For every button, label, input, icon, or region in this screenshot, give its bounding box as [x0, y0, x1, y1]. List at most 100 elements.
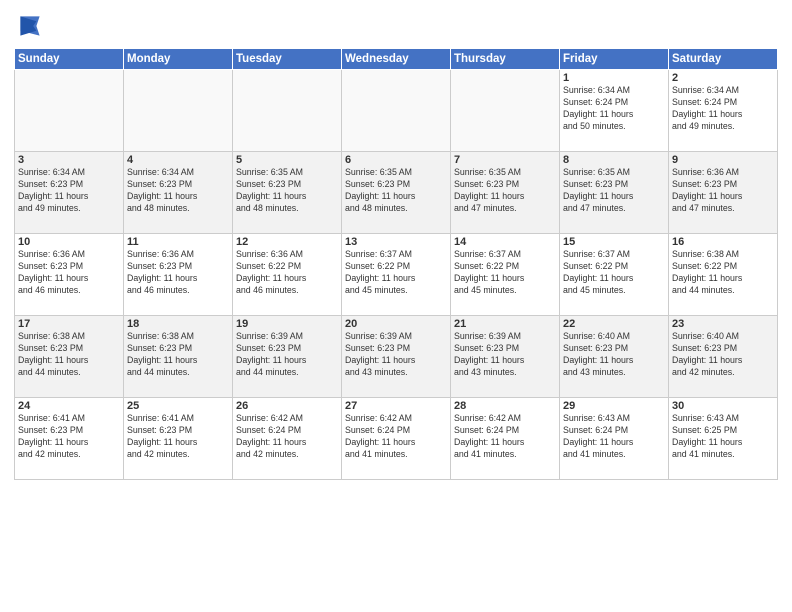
day-info: Sunrise: 6:41 AM Sunset: 6:23 PM Dayligh…	[18, 413, 120, 461]
calendar-cell: 5Sunrise: 6:35 AM Sunset: 6:23 PM Daylig…	[233, 152, 342, 234]
calendar-week-row: 3Sunrise: 6:34 AM Sunset: 6:23 PM Daylig…	[15, 152, 778, 234]
calendar-cell: 29Sunrise: 6:43 AM Sunset: 6:24 PM Dayli…	[560, 398, 669, 480]
logo-icon	[14, 10, 46, 42]
calendar-week-row: 17Sunrise: 6:38 AM Sunset: 6:23 PM Dayli…	[15, 316, 778, 398]
day-number: 1	[563, 72, 665, 84]
day-of-week-header: Thursday	[451, 49, 560, 70]
day-number: 23	[672, 318, 774, 330]
calendar-cell: 28Sunrise: 6:42 AM Sunset: 6:24 PM Dayli…	[451, 398, 560, 480]
day-info: Sunrise: 6:43 AM Sunset: 6:24 PM Dayligh…	[563, 413, 665, 461]
day-number: 27	[345, 400, 447, 412]
day-of-week-header: Tuesday	[233, 49, 342, 70]
day-number: 12	[236, 236, 338, 248]
calendar-cell: 22Sunrise: 6:40 AM Sunset: 6:23 PM Dayli…	[560, 316, 669, 398]
calendar-cell: 26Sunrise: 6:42 AM Sunset: 6:24 PM Dayli…	[233, 398, 342, 480]
calendar-header: SundayMondayTuesdayWednesdayThursdayFrid…	[15, 49, 778, 70]
day-info: Sunrise: 6:38 AM Sunset: 6:23 PM Dayligh…	[18, 331, 120, 379]
day-number: 24	[18, 400, 120, 412]
calendar-cell: 25Sunrise: 6:41 AM Sunset: 6:23 PM Dayli…	[124, 398, 233, 480]
calendar-cell: 1Sunrise: 6:34 AM Sunset: 6:24 PM Daylig…	[560, 70, 669, 152]
page-container: SundayMondayTuesdayWednesdayThursdayFrid…	[0, 0, 792, 612]
day-number: 20	[345, 318, 447, 330]
day-number: 11	[127, 236, 229, 248]
calendar-cell: 14Sunrise: 6:37 AM Sunset: 6:22 PM Dayli…	[451, 234, 560, 316]
calendar-cell: 19Sunrise: 6:39 AM Sunset: 6:23 PM Dayli…	[233, 316, 342, 398]
day-number: 13	[345, 236, 447, 248]
day-number: 28	[454, 400, 556, 412]
day-number: 4	[127, 154, 229, 166]
day-info: Sunrise: 6:34 AM Sunset: 6:24 PM Dayligh…	[672, 85, 774, 133]
day-of-week-header: Friday	[560, 49, 669, 70]
day-number: 15	[563, 236, 665, 248]
day-of-week-header: Monday	[124, 49, 233, 70]
day-of-week-header: Sunday	[15, 49, 124, 70]
calendar-cell	[15, 70, 124, 152]
calendar-cell: 23Sunrise: 6:40 AM Sunset: 6:23 PM Dayli…	[669, 316, 778, 398]
calendar-cell: 3Sunrise: 6:34 AM Sunset: 6:23 PM Daylig…	[15, 152, 124, 234]
calendar-week-row: 10 Sunrise: 6:36 AM Sunset: 6:23 PM Dayli…	[15, 234, 778, 316]
day-info: Sunrise: 6:34 AM Sunset: 6:23 PM Dayligh…	[18, 167, 120, 215]
day-info: Sunrise: 6:38 AM Sunset: 6:23 PM Dayligh…	[127, 331, 229, 379]
calendar-cell	[124, 70, 233, 152]
day-info: Sunrise: 6:35 AM Sunset: 6:23 PM Dayligh…	[236, 167, 338, 215]
day-number: 6	[345, 154, 447, 166]
day-of-week-header: Saturday	[669, 49, 778, 70]
day-number: 19	[236, 318, 338, 330]
day-number: 29	[563, 400, 665, 412]
day-info: Sunrise: 6:39 AM Sunset: 6:23 PM Dayligh…	[345, 331, 447, 379]
page-header	[14, 10, 778, 42]
day-number: 18	[127, 318, 229, 330]
day-number: 22	[563, 318, 665, 330]
day-info: Sunrise: 6:41 AM Sunset: 6:23 PM Dayligh…	[127, 413, 229, 461]
day-number: 26	[236, 400, 338, 412]
day-info: Sunrise: 6:35 AM Sunset: 6:23 PM Dayligh…	[345, 167, 447, 215]
calendar-cell: 27Sunrise: 6:42 AM Sunset: 6:24 PM Dayli…	[342, 398, 451, 480]
day-info: Sunrise: 6:34 AM Sunset: 6:24 PM Dayligh…	[563, 85, 665, 133]
day-number: 3	[18, 154, 120, 166]
day-info: Sunrise: 6:42 AM Sunset: 6:24 PM Dayligh…	[236, 413, 338, 461]
day-info: Sunrise: 6:39 AM Sunset: 6:23 PM Dayligh…	[454, 331, 556, 379]
calendar-cell: 30Sunrise: 6:43 AM Sunset: 6:25 PM Dayli…	[669, 398, 778, 480]
calendar-cell: 24Sunrise: 6:41 AM Sunset: 6:23 PM Dayli…	[15, 398, 124, 480]
calendar-cell: 7Sunrise: 6:35 AM Sunset: 6:23 PM Daylig…	[451, 152, 560, 234]
calendar-cell: 9Sunrise: 6:36 AM Sunset: 6:23 PM Daylig…	[669, 152, 778, 234]
calendar-cell	[342, 70, 451, 152]
day-number: 14	[454, 236, 556, 248]
day-info: Sunrise: 6:43 AM Sunset: 6:25 PM Dayligh…	[672, 413, 774, 461]
day-number: 16	[672, 236, 774, 248]
day-info: Sunrise: 6:37 AM Sunset: 6:22 PM Dayligh…	[454, 249, 556, 297]
day-info: Sunrise: 6:35 AM Sunset: 6:23 PM Dayligh…	[563, 167, 665, 215]
day-number: 9	[672, 154, 774, 166]
day-number: 21	[454, 318, 556, 330]
calendar-cell: 2Sunrise: 6:34 AM Sunset: 6:24 PM Daylig…	[669, 70, 778, 152]
day-number: 25	[127, 400, 229, 412]
calendar-cell: 16Sunrise: 6:38 AM Sunset: 6:22 PM Dayli…	[669, 234, 778, 316]
day-info: Sunrise: 6:34 AM Sunset: 6:23 PM Dayligh…	[127, 167, 229, 215]
calendar-cell: 20Sunrise: 6:39 AM Sunset: 6:23 PM Dayli…	[342, 316, 451, 398]
day-info: Sunrise: 6:37 AM Sunset: 6:22 PM Dayligh…	[345, 249, 447, 297]
day-number: 10	[18, 236, 120, 248]
calendar-cell: 10Sunrise: 6:36 AM Sunset: 6:23 PM Dayli…	[15, 234, 124, 316]
calendar-cell: 8Sunrise: 6:35 AM Sunset: 6:23 PM Daylig…	[560, 152, 669, 234]
calendar-cell: 4Sunrise: 6:34 AM Sunset: 6:23 PM Daylig…	[124, 152, 233, 234]
calendar-cell: 15Sunrise: 6:37 AM Sunset: 6:22 PM Dayli…	[560, 234, 669, 316]
day-info: Sunrise: 6:40 AM Sunset: 6:23 PM Dayligh…	[563, 331, 665, 379]
day-info: Sunrise: 6:40 AM Sunset: 6:23 PM Dayligh…	[672, 331, 774, 379]
day-info: Sunrise: 6:35 AM Sunset: 6:23 PM Dayligh…	[454, 167, 556, 215]
day-number: 30	[672, 400, 774, 412]
calendar-cell	[451, 70, 560, 152]
day-info: Sunrise: 6:36 AM Sunset: 6:22 PM Dayligh…	[236, 249, 338, 297]
calendar-cell: 11Sunrise: 6:36 AM Sunset: 6:23 PM Dayli…	[124, 234, 233, 316]
calendar-cell: 17Sunrise: 6:38 AM Sunset: 6:23 PM Dayli…	[15, 316, 124, 398]
day-info: Sunrise: 6:36 AM Sunset: 6:23 PM Dayligh…	[127, 249, 229, 297]
day-number: 17	[18, 318, 120, 330]
day-info: Sunrise: 6:37 AM Sunset: 6:22 PM Dayligh…	[563, 249, 665, 297]
day-info: Sunrise: 6:42 AM Sunset: 6:24 PM Dayligh…	[345, 413, 447, 461]
calendar-cell: 21Sunrise: 6:39 AM Sunset: 6:23 PM Dayli…	[451, 316, 560, 398]
day-info: Sunrise: 6:36 AM Sunset: 6:23 PM Dayligh…	[672, 167, 774, 215]
day-number: 7	[454, 154, 556, 166]
calendar-cell	[233, 70, 342, 152]
day-number: 5	[236, 154, 338, 166]
calendar-week-row: 24Sunrise: 6:41 AM Sunset: 6:23 PM Dayli…	[15, 398, 778, 480]
calendar-week-row: 1Sunrise: 6:34 AM Sunset: 6:24 PM Daylig…	[15, 70, 778, 152]
